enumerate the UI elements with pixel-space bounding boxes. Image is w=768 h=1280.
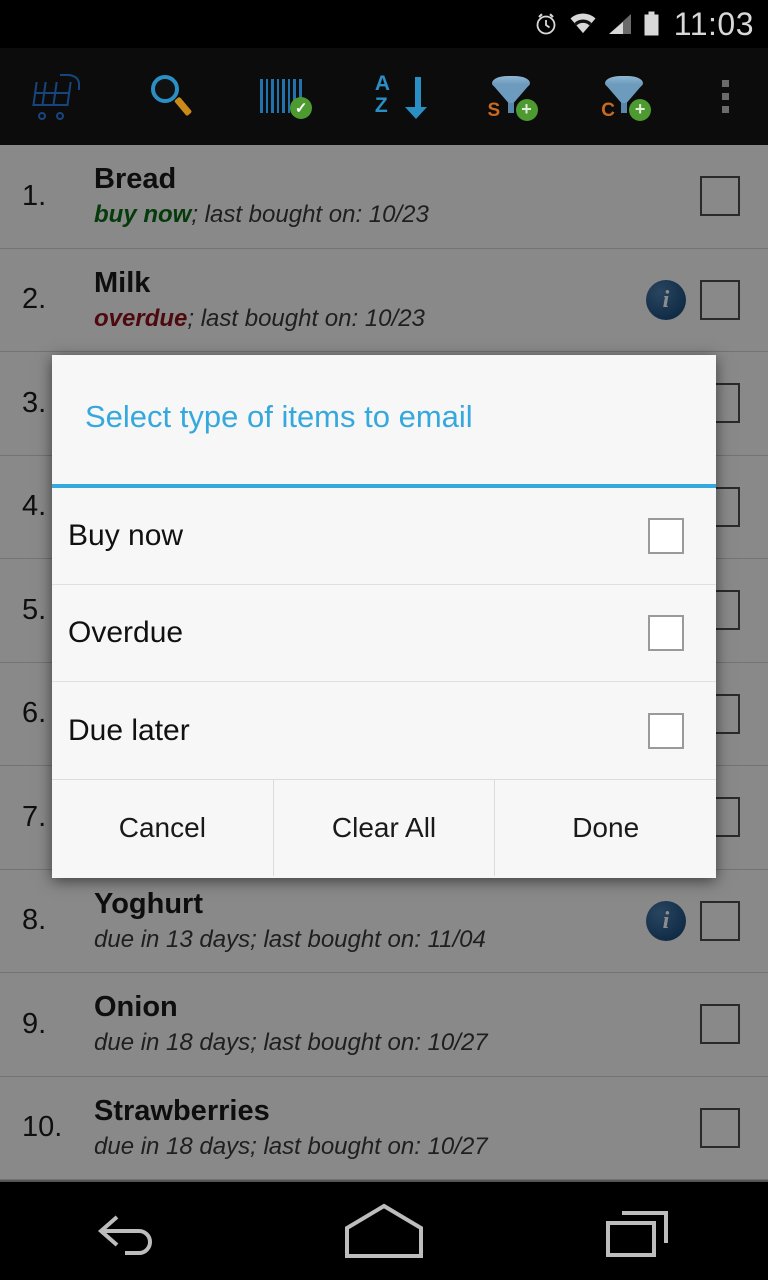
row-index: 9. [22, 1007, 47, 1040]
recents-icon [606, 1211, 668, 1257]
overflow-menu-icon [721, 80, 729, 113]
status-bar: 11:03 [0, 0, 768, 48]
row-checkbox[interactable] [700, 176, 740, 217]
row-title: Onion [94, 991, 178, 1024]
android-screen: 11:03 ✓ AZ S + C + 1. Bread buy now; las… [0, 0, 768, 1280]
back-button[interactable] [0, 1181, 256, 1280]
back-icon [97, 1215, 152, 1255]
dialog-title: Select type of items to email [85, 399, 473, 434]
row-index: 2. [22, 283, 47, 316]
table-row[interactable]: 10. Strawberries due in 18 days; last bo… [0, 1076, 768, 1180]
navigation-bar [0, 1180, 768, 1280]
dialog-option-label: Overdue [68, 616, 184, 649]
shopping-cart-button[interactable] [0, 48, 114, 145]
table-row[interactable]: 9. Onion due in 18 days; last bought on:… [0, 973, 768, 1077]
row-detail: ; last bought on: 10/23 [191, 201, 429, 229]
row-checkbox[interactable] [700, 279, 740, 320]
row-subtitle: due in 18 days; last bought on: 10/27 [94, 1029, 488, 1057]
sort-az-icon: AZ [373, 72, 427, 121]
dialog-option-label: Buy now [68, 519, 184, 552]
dialog-option-buy-now[interactable]: Buy now [52, 488, 716, 585]
home-icon [345, 1203, 423, 1258]
dialog-option-due-later[interactable]: Due later [52, 682, 716, 779]
row-checkbox[interactable] [700, 1107, 740, 1148]
status-bar-clock: 11:03 [673, 5, 754, 42]
filter-category-add-icon: C + [599, 74, 652, 121]
dialog-options-list: Buy now Overdue Due later [52, 488, 716, 779]
row-subtitle: overdue; last bought on: 10/23 [94, 303, 646, 335]
row-status: buy now [94, 201, 192, 229]
table-row[interactable]: 2. Milk overdue; last bought on: 10/23 i [0, 248, 768, 352]
dialog-option-checkbox[interactable] [648, 518, 684, 554]
status-bar-icons [533, 11, 660, 37]
overflow-menu-button[interactable] [682, 48, 768, 145]
done-button[interactable]: Done [495, 780, 717, 876]
row-index: 8. [22, 904, 47, 937]
info-icon[interactable]: i [646, 900, 686, 941]
action-bar: ✓ AZ S + C + [0, 48, 768, 145]
alarm-clock-icon [536, 13, 556, 35]
filter-category-letter: C [601, 99, 615, 121]
sort-az-button[interactable]: AZ [341, 48, 455, 145]
cancel-button[interactable]: Cancel [52, 780, 274, 876]
dialog-option-checkbox[interactable] [648, 712, 684, 749]
row-content: Strawberries due in 18 days; last bought… [94, 1093, 646, 1163]
wifi-icon [570, 13, 596, 33]
shopping-cart-icon [30, 73, 84, 120]
filter-store-add-icon: S + [486, 74, 538, 121]
battery-icon [644, 11, 659, 36]
cellular-signal-icon [608, 14, 631, 34]
row-content: Milk overdue; last bought on: 10/23 [94, 265, 646, 335]
row-content: Onion due in 18 days; last bought on: 10… [94, 989, 646, 1059]
barcode-scan-icon: ✓ [258, 77, 313, 119]
clear-all-button[interactable]: Clear All [273, 780, 496, 876]
dialog-option-label: Due later [68, 713, 190, 747]
row-detail: ; last bought on: 10/23 [187, 304, 425, 332]
dialog-option-overdue[interactable]: Overdue [52, 585, 716, 682]
row-content: Bread buy now; last bought on: 10/23 [94, 161, 646, 231]
dialog-footer: Cancel Clear All Done [52, 779, 717, 876]
row-subtitle: buy now; last bought on: 10/23 [94, 199, 646, 231]
row-status: overdue [94, 304, 188, 332]
table-row[interactable]: 8. Yoghurt due in 13 days; last bought o… [0, 869, 768, 973]
row-title: Bread [94, 163, 177, 196]
row-subtitle: due in 13 days; last bought on: 11/04 [94, 925, 486, 953]
dialog-option-checkbox[interactable] [648, 615, 684, 651]
row-subtitle: due in 18 days; last bought on: 10/27 [94, 1132, 488, 1160]
search-button[interactable] [114, 48, 228, 145]
row-title: Yoghurt [94, 887, 203, 920]
info-icon[interactable]: i [646, 279, 686, 320]
recents-button[interactable] [512, 1181, 768, 1280]
row-title: Milk [94, 266, 151, 299]
row-index: 1. [22, 179, 47, 212]
barcode-scan-button[interactable]: ✓ [227, 48, 341, 145]
row-checkbox[interactable] [700, 1004, 740, 1045]
email-type-dialog: Select type of items to email Buy now Ov… [52, 355, 717, 878]
search-icon [147, 73, 195, 121]
home-button[interactable] [256, 1181, 512, 1280]
row-title: Strawberries [94, 1094, 270, 1127]
row-content: Yoghurt due in 13 days; last bought on: … [94, 886, 646, 956]
row-checkbox[interactable] [700, 900, 740, 941]
filter-category-add-button[interactable]: C + [568, 48, 682, 145]
filter-store-letter: S [487, 99, 501, 121]
filter-store-add-button[interactable]: S + [455, 48, 569, 145]
table-row[interactable]: 1. Bread buy now; last bought on: 10/23 [0, 145, 768, 249]
row-index: 10. [22, 1111, 63, 1144]
